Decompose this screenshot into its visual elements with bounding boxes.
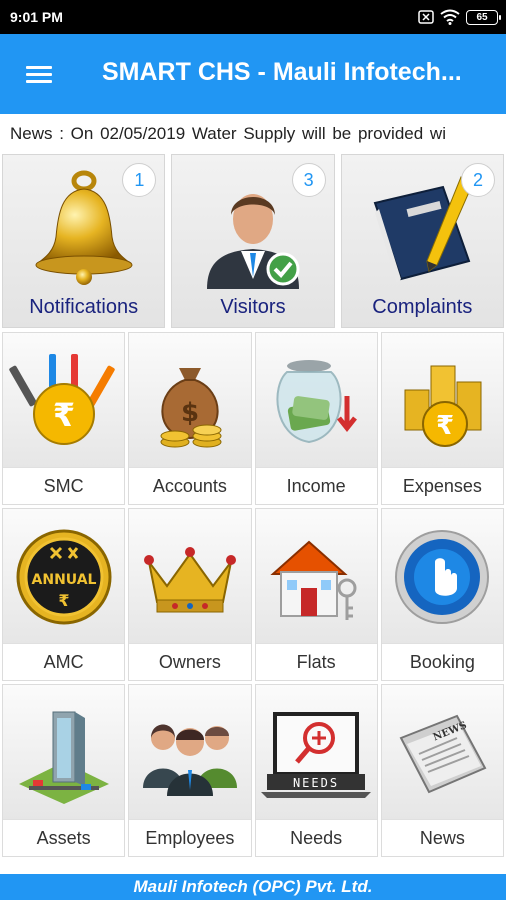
wifi-icon (440, 9, 460, 25)
footer: Mauli Infotech (OPC) Pvt. Ltd. (0, 874, 506, 900)
svg-text:$: $ (181, 398, 199, 428)
news-label: News (381, 819, 503, 856)
status-bar: 9:01 PM 65 (0, 0, 506, 34)
complaints-badge: 2 (460, 163, 495, 197)
owners-label: Owners (129, 643, 251, 680)
smc-tile[interactable]: ₹ SMC (2, 332, 126, 505)
status-time: 9:01 PM (10, 9, 63, 25)
smc-label: SMC (3, 467, 125, 504)
flats-tile[interactable]: Flats (254, 508, 378, 681)
visitors-badge: 3 (291, 163, 326, 197)
newspaper-icon: NEWS (381, 685, 503, 821)
needs-tile[interactable]: NEEDS Needs (254, 684, 378, 857)
income-label: Income (255, 467, 377, 504)
complaints-tile[interactable]: 2 Complaints (340, 154, 504, 328)
money-jar-icon (255, 333, 377, 469)
employees-label: Employees (129, 819, 251, 856)
notifications-tile[interactable]: 1 Notifications (2, 154, 166, 328)
battery-level: 65 (476, 11, 488, 23)
news-ticker[interactable]: News : On 02/05/2019 Water Supply will b… (0, 114, 506, 152)
svg-text:₹: ₹ (52, 396, 74, 434)
top-tiles: 1 Notifications 3 Visitors 2 Complaints (2, 154, 504, 328)
owners-tile[interactable]: Owners (128, 508, 252, 681)
annual-text: ANNUAL (31, 572, 96, 588)
assets-label: Assets (3, 819, 125, 856)
booking-label: Booking (381, 643, 503, 680)
hamburger-menu-icon[interactable] (22, 60, 58, 88)
battery-icon: 65 (466, 9, 501, 25)
amc-label: AMC (3, 643, 125, 680)
amc-tile[interactable]: ANNUAL ₹ AMC (2, 508, 126, 681)
expenses-label: Expenses (381, 467, 503, 504)
app-title: SMART CHS - Mauli Infotech... (102, 58, 462, 86)
flats-label: Flats (255, 643, 377, 680)
svg-text:₹: ₹ (58, 591, 69, 610)
income-tile[interactable]: Income (254, 332, 378, 505)
module-grid: ₹ SMC $ Accounts Income ₹ Expenses ANNUA… (2, 332, 504, 857)
annual-badge-icon: ANNUAL ₹ (3, 509, 125, 645)
app-bar: SMART CHS - Mauli Infotech... (0, 34, 506, 114)
crown-icon (129, 509, 251, 645)
news-text: News : On 02/05/2019 Water Supply will b… (10, 124, 446, 143)
employees-icon (129, 685, 251, 821)
accounts-label: Accounts (129, 467, 251, 504)
visitors-tile[interactable]: 3 Visitors (171, 154, 335, 328)
booking-tile[interactable]: Booking (380, 508, 504, 681)
building-icon (3, 685, 125, 821)
needs-laptop-icon: NEEDS (255, 685, 377, 821)
news-tile[interactable]: NEWS News (380, 684, 504, 857)
employees-tile[interactable]: Employees (128, 684, 252, 857)
money-bag-icon: $ (129, 333, 251, 469)
svg-text:₹: ₹ (436, 411, 454, 441)
notifications-label: Notifications (29, 296, 139, 318)
sim-off-icon (418, 10, 434, 24)
status-icons: 65 (418, 7, 501, 27)
visitors-label: Visitors (220, 296, 286, 318)
tools-rupee-icon: ₹ (3, 333, 125, 469)
accounts-tile[interactable]: $ Accounts (128, 332, 252, 505)
complaints-label: Complaints (372, 296, 473, 318)
needs-label: Needs (255, 819, 377, 856)
house-keys-icon (255, 509, 377, 645)
assets-tile[interactable]: Assets (2, 684, 126, 857)
needs-screen-text: NEEDS (293, 776, 339, 790)
booking-touch-icon (381, 509, 503, 645)
expenses-tile[interactable]: ₹ Expenses (380, 332, 504, 505)
coin-stacks-icon: ₹ (381, 333, 503, 469)
